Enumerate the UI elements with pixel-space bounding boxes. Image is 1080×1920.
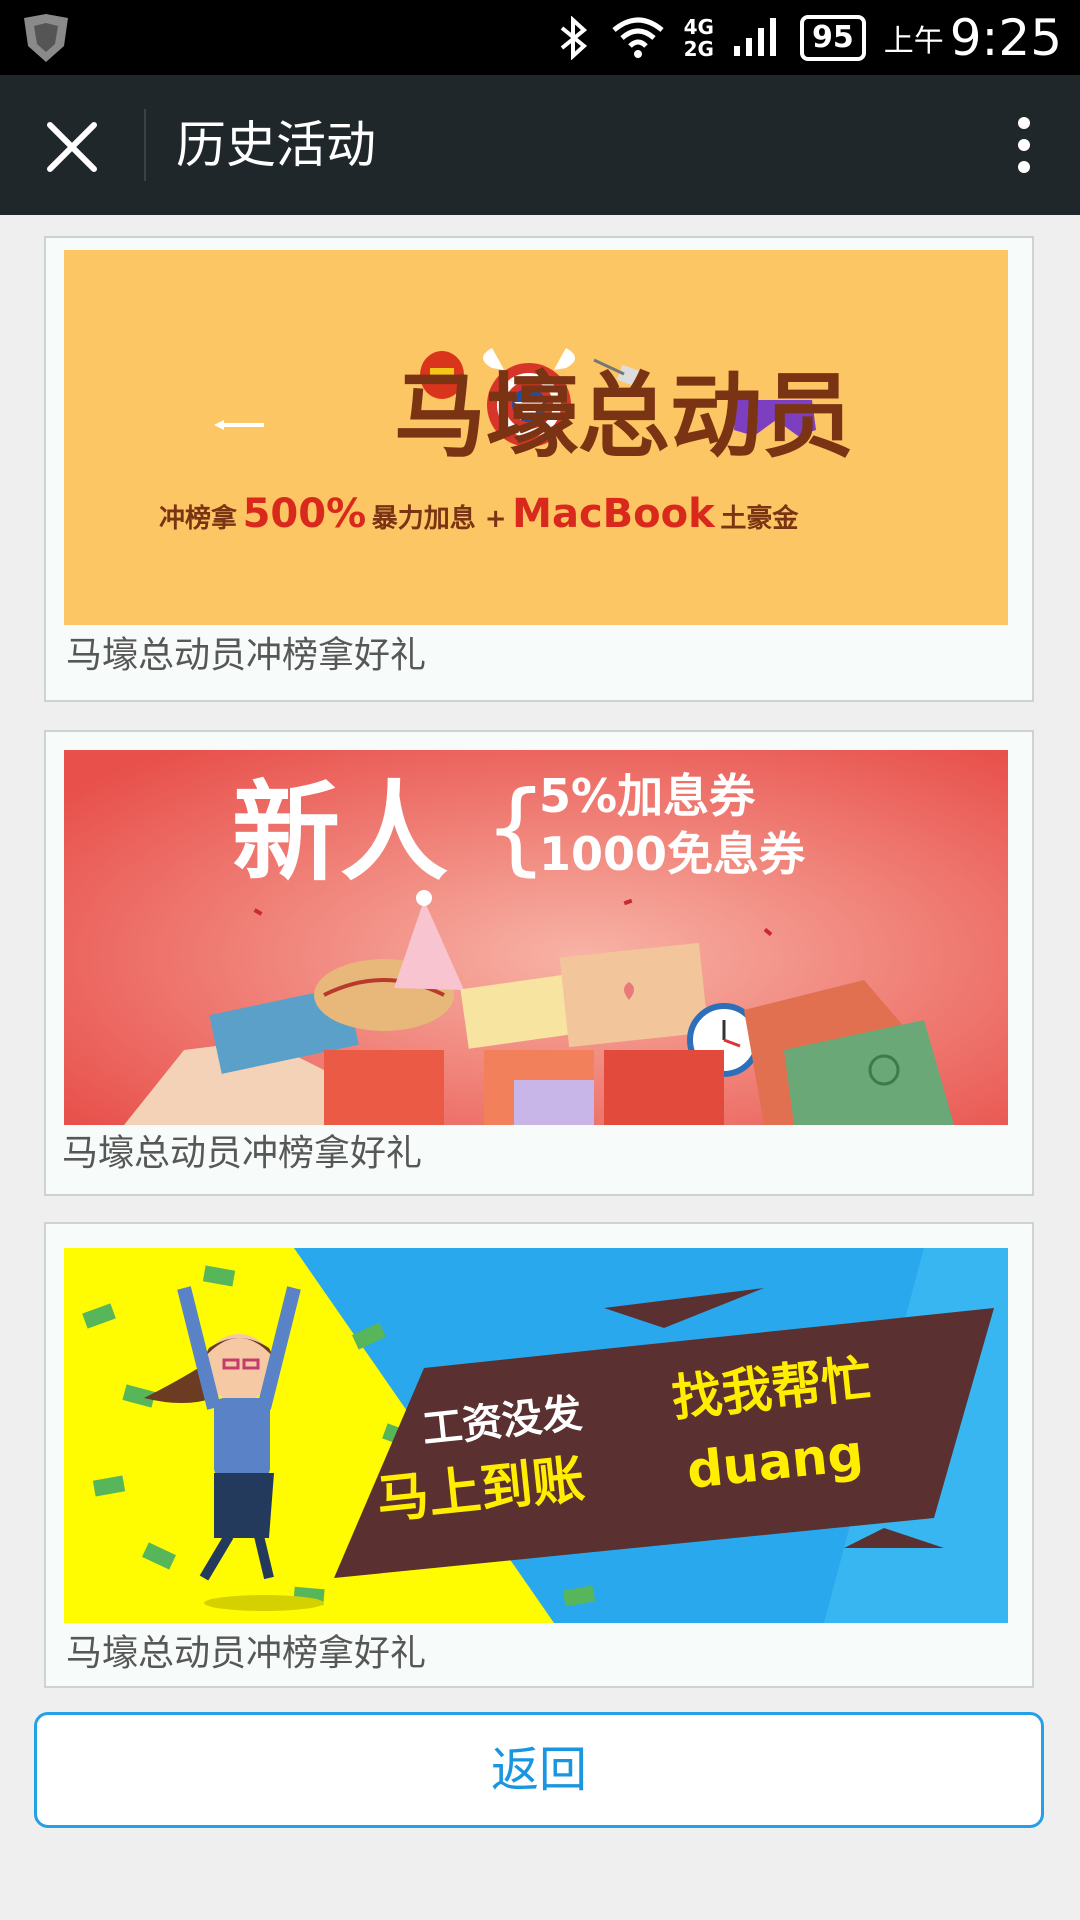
banner-artwork: 马壕总动员 冲榜拿 500% 暴力加息 + MacBook 土豪金: [159, 348, 854, 537]
app-bar: 历史活动: [0, 75, 1080, 215]
clock-ampm: 上午: [883, 23, 944, 59]
activity-caption: 马壕总动员冲榜拿好礼: [66, 1633, 427, 1674]
page-title: 历史活动: [176, 116, 376, 174]
bluetooth-icon: [560, 15, 587, 60]
status-bar: 4G 2G 95 上午 9:25: [0, 0, 1080, 75]
activity-card[interactable]: 工资没发 找我帮忙 马上到账 duang 马壕总动员冲榜拿好礼: [44, 1222, 1034, 1688]
activity-banner: 马壕总动员 冲榜拿 500% 暴力加息 + MacBook 土豪金: [64, 250, 1008, 625]
activity-banner: 新人 { 5%加息券 1000免息券: [64, 750, 1008, 1125]
activity-caption: 马壕总动员冲榜拿好礼: [62, 1133, 423, 1174]
more-options-icon[interactable]: [1004, 113, 1044, 177]
banner-artwork: 工资没发 找我帮忙 马上到账 duang: [64, 1248, 1008, 1623]
banner-subline: 冲榜拿 500% 暴力加息 + MacBook 土豪金: [159, 491, 799, 537]
back-button[interactable]: 返回: [34, 1712, 1044, 1828]
activity-card[interactable]: 马壕总动员 冲榜拿 500% 暴力加息 + MacBook 土豪金 马壕总动员冲…: [44, 236, 1034, 702]
banner-line-2: 1000免息券: [539, 827, 806, 881]
activity-banner: 工资没发 找我帮忙 马上到账 duang: [64, 1248, 1008, 1623]
battery-indicator: 95: [799, 14, 866, 61]
banner-artwork: 新人 { 5%加息券 1000免息券: [64, 750, 1008, 1125]
banner-headline: 新人: [232, 771, 448, 896]
banner-headline: 马壕总动员: [394, 363, 854, 470]
close-icon[interactable]: [40, 115, 104, 179]
clock-time: 9:25: [949, 8, 1062, 67]
activity-card[interactable]: 新人 { 5%加息券 1000免息券 马壕总动员冲榜拿好礼: [44, 730, 1034, 1196]
wifi-icon: [612, 17, 664, 58]
signal-icon: [733, 17, 776, 56]
network-type: 4G 2G: [683, 14, 714, 61]
activity-caption: 马壕总动员冲榜拿好礼: [66, 635, 427, 676]
banner-line-1: 5%加息券: [539, 769, 756, 823]
app-bar-divider: [144, 109, 146, 181]
shield-icon: [24, 14, 68, 62]
